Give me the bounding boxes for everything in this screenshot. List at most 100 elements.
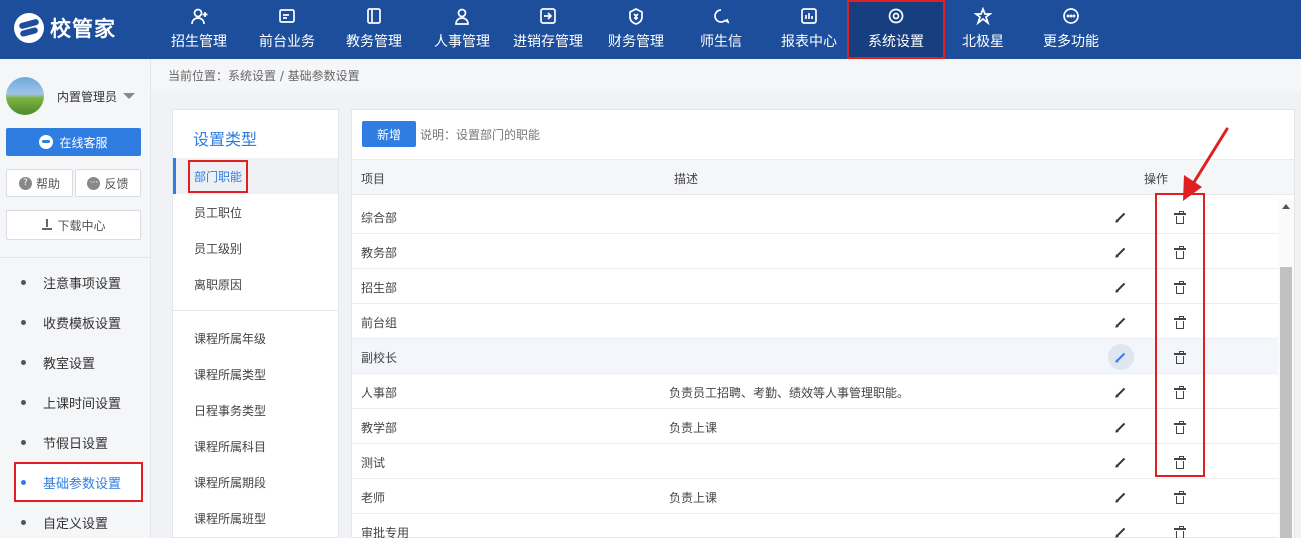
help-button[interactable]: ? 帮助 <box>6 169 73 197</box>
nav-item-label: 财务管理 <box>608 34 664 50</box>
nav-item-1[interactable]: 前台业务 <box>256 0 318 59</box>
row-item: 教务部 <box>361 246 398 260</box>
bullet-icon <box>21 279 26 285</box>
settings-type-item[interactable]: 员工级别 <box>173 230 338 266</box>
settings-type-item[interactable]: 课程所属类型 <box>173 356 338 392</box>
nav-item-4[interactable]: 进销存管理 <box>510 0 586 59</box>
column-header-operations: 操作 <box>1144 172 1169 186</box>
edit-button[interactable] <box>1108 414 1134 440</box>
table-row: 招生部 <box>352 269 1278 304</box>
sidebar-menu-item[interactable]: 注意事项设置 <box>0 262 150 302</box>
bullet-icon <box>21 519 26 525</box>
edit-button[interactable] <box>1108 204 1134 230</box>
nav-item-8[interactable]: 系统设置 <box>847 0 945 59</box>
chat-icon <box>711 6 731 26</box>
row-description: 负责员工招聘、考勤、绩效等人事管理职能。 <box>669 386 910 400</box>
download-center-label: 下载中心 <box>57 218 106 233</box>
settings-type-title: 设置类型 <box>193 130 258 149</box>
pencil-icon <box>1116 212 1126 222</box>
star-icon <box>973 6 993 26</box>
edit-button[interactable] <box>1108 274 1134 300</box>
settings-type-label: 课程所属班型 <box>194 511 267 526</box>
settings-type-item[interactable]: 日程事务类型 <box>173 392 338 428</box>
edit-button[interactable] <box>1108 484 1134 510</box>
sidebar-menu-item[interactable]: 节假日设置 <box>0 422 150 462</box>
feedback-button[interactable]: ··· 反馈 <box>75 169 141 197</box>
user-name: 内置管理员 <box>57 89 118 104</box>
question-icon: ? <box>18 176 32 190</box>
nav-item-0[interactable]: 招生管理 <box>168 0 230 59</box>
edit-button[interactable] <box>1108 449 1134 475</box>
settings-type-item[interactable]: 员工职位 <box>173 194 338 230</box>
sidebar-menu-item[interactable]: 上课时间设置 <box>0 382 150 422</box>
sidebar-menu-label: 收费模板设置 <box>43 316 122 332</box>
table-scrollbar[interactable] <box>1278 199 1294 538</box>
sidebar-menu-item[interactable]: 教室设置 <box>0 342 150 382</box>
table-header: 项目 描述 操作 <box>352 159 1294 195</box>
delete-column-highlight <box>1155 193 1205 477</box>
scroll-up-icon[interactable] <box>1282 204 1290 209</box>
settings-type-item[interactable]: 课程所属科目 <box>173 428 338 464</box>
sidebar-menu-label: 上课时间设置 <box>43 396 122 412</box>
download-center-button[interactable]: 下载中心 <box>6 210 141 240</box>
settings-type-item[interactable]: 离职原因 <box>173 266 338 302</box>
nav-item-5[interactable]: 财务管理 <box>605 0 667 59</box>
online-service-button[interactable]: 在线客服 <box>6 128 141 156</box>
nav-item-6[interactable]: 师生信 <box>698 0 744 59</box>
edit-button[interactable] <box>1108 519 1134 538</box>
ellipsis-icon: ··· <box>87 176 101 190</box>
sidebar-menu-item[interactable]: 收费模板设置 <box>0 302 150 342</box>
more-icon <box>1061 6 1081 26</box>
department-function-panel: 新增 说明：设置部门的职能 项目 描述 操作 综合部 教务部 招生部 前台组 副校长 人事… <box>351 109 1295 538</box>
panel-note: 说明：设置部门的职能 <box>420 128 541 142</box>
row-item: 人事部 <box>361 386 398 400</box>
bullet-icon <box>21 479 26 485</box>
chat-bubble-icon <box>39 135 54 149</box>
pencil-icon <box>1116 457 1126 467</box>
table-row: 老师 负责上课 <box>352 479 1278 514</box>
row-item: 副校长 <box>361 351 398 365</box>
nav-item-label: 更多功能 <box>1043 34 1099 50</box>
nav-item-7[interactable]: 报表中心 <box>778 0 840 59</box>
nav-item-10[interactable]: 更多功能 <box>1040 0 1102 59</box>
delete-button[interactable] <box>1172 488 1188 504</box>
nav-item-label: 系统设置 <box>868 34 924 50</box>
user-menu[interactable]: 内置管理员 <box>6 76 146 116</box>
sidebar-menu-item[interactable]: 基础参数设置 <box>14 462 143 502</box>
sidebar-menu-item[interactable]: 自定义设置 <box>0 502 150 538</box>
row-item: 审批专用 <box>361 526 410 538</box>
download-icon <box>41 219 53 231</box>
monitor-icon <box>277 6 297 26</box>
row-item: 老师 <box>361 491 386 505</box>
sidebar-divider <box>0 257 150 258</box>
book-icon <box>364 6 384 26</box>
nav-item-label: 前台业务 <box>259 34 315 50</box>
settings-type-item[interactable]: 课程所属期段 <box>173 464 338 500</box>
edit-button[interactable] <box>1108 379 1134 405</box>
help-label: 帮助 <box>35 176 60 191</box>
nav-item-label: 北极星 <box>962 34 1004 50</box>
nav-item-9[interactable]: 北极星 <box>960 0 1006 59</box>
settings-type-item[interactable]: 课程所属年级 <box>173 320 338 356</box>
edit-button[interactable] <box>1108 239 1134 265</box>
settings-type-item[interactable]: 课程所属班型 <box>173 500 338 536</box>
settings-type-label: 日程事务类型 <box>194 403 267 418</box>
app-logo[interactable]: 校管家 <box>14 12 116 44</box>
feedback-label: 反馈 <box>104 176 129 191</box>
nav-item-2[interactable]: 教务管理 <box>343 0 405 59</box>
scrollbar-thumb[interactable] <box>1280 267 1292 538</box>
delete-button[interactable] <box>1172 523 1188 538</box>
add-button[interactable]: 新增 <box>362 121 416 147</box>
trash-icon <box>1174 526 1186 538</box>
edit-button[interactable] <box>1108 309 1134 335</box>
settings-type-item[interactable]: 部门职能 <box>173 158 338 194</box>
row-item: 综合部 <box>361 211 398 225</box>
column-header-item: 项目 <box>361 172 386 186</box>
sidebar-menu-label: 基础参数设置 <box>43 476 122 492</box>
nav-item-3[interactable]: 人事管理 <box>431 0 493 59</box>
settings-type-label: 员工职位 <box>194 205 243 220</box>
edit-button[interactable] <box>1108 344 1134 370</box>
chevron-down-icon <box>123 93 136 99</box>
nav-item-label: 教务管理 <box>346 34 402 50</box>
breadcrumb: 当前位置：系统设置 / 基础参数设置 <box>151 59 1301 91</box>
